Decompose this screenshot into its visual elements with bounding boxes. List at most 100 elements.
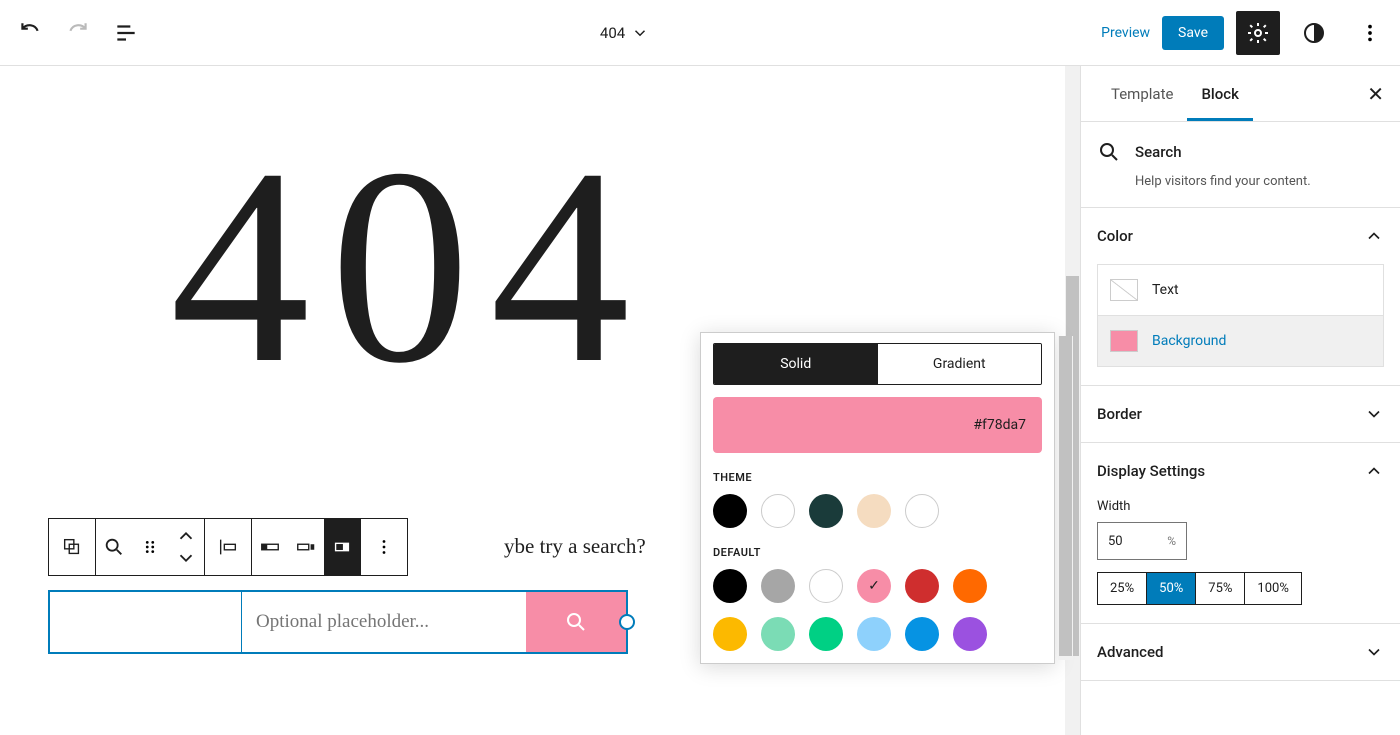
- preview-button[interactable]: Preview: [1101, 25, 1150, 41]
- color-item-text[interactable]: Text: [1097, 264, 1384, 316]
- section-advanced-toggle[interactable]: Advanced: [1081, 624, 1400, 680]
- tab-template[interactable]: Template: [1097, 67, 1187, 121]
- save-button[interactable]: Save: [1162, 16, 1224, 50]
- search-icon: [564, 610, 588, 634]
- settings-button[interactable]: [1236, 11, 1280, 55]
- toolbar-left: [8, 11, 148, 55]
- drag-icon: [139, 536, 161, 558]
- color-swatch[interactable]: [761, 617, 795, 651]
- toggle-label-button[interactable]: [252, 519, 288, 575]
- chevron-down-icon: [1364, 642, 1384, 662]
- section-color-toggle[interactable]: Color: [1081, 208, 1400, 264]
- close-sidebar-button[interactable]: ✕: [1367, 82, 1384, 106]
- search-label-area[interactable]: [50, 592, 242, 652]
- select-parent-button[interactable]: [49, 519, 95, 575]
- toolbar-right: Preview Save: [1101, 11, 1392, 55]
- color-swatch[interactable]: [905, 617, 939, 651]
- resize-handle[interactable]: [619, 614, 635, 630]
- more-options-button[interactable]: [1348, 11, 1392, 55]
- color-swatch[interactable]: [857, 494, 891, 528]
- chevron-up-icon: [1364, 461, 1384, 481]
- kebab-icon: [373, 536, 395, 558]
- theme-colors-label: THEME: [713, 471, 1042, 484]
- paragraph-tail[interactable]: ybe try a search?: [504, 534, 646, 559]
- color-swatch[interactable]: [713, 569, 747, 603]
- color-swatch[interactable]: [761, 569, 795, 603]
- button-position-button[interactable]: [288, 519, 324, 575]
- width-input[interactable]: 50 %: [1097, 522, 1187, 560]
- search-icon: [1097, 140, 1121, 164]
- color-popover: Solid Gradient #f78da7 THEME DEFAULT: [700, 332, 1055, 664]
- redo-button[interactable]: [56, 11, 100, 55]
- color-swatch[interactable]: [809, 494, 843, 528]
- color-swatch[interactable]: [857, 617, 891, 651]
- block-more-button[interactable]: [361, 519, 407, 575]
- block-toolbar: [48, 518, 408, 576]
- section-border-toggle[interactable]: Border: [1081, 386, 1400, 442]
- color-swatch[interactable]: [905, 494, 939, 528]
- width-opt-50[interactable]: 50%: [1147, 573, 1196, 604]
- search-icon: [103, 536, 125, 558]
- chevron-down-icon: [175, 547, 197, 569]
- kebab-icon: [1359, 22, 1381, 44]
- width-opt-100[interactable]: 100%: [1245, 573, 1300, 604]
- solid-gradient-toggle: Solid Gradient: [713, 343, 1042, 385]
- block-type-button[interactable]: [96, 519, 132, 575]
- default-swatches-row2: [713, 617, 1042, 651]
- section-display: Display Settings Width 50 % 25% 50% 75% …: [1081, 443, 1400, 624]
- move-buttons[interactable]: [168, 519, 204, 575]
- width-label: Width: [1097, 499, 1384, 514]
- color-item-background[interactable]: Background: [1097, 316, 1384, 367]
- theme-swatches: [713, 494, 1042, 528]
- default-swatches-row1: [713, 569, 1042, 603]
- color-swatch[interactable]: [953, 617, 987, 651]
- popover-scrollbar[interactable]: [1058, 336, 1073, 660]
- background-color-chip: [1110, 330, 1138, 352]
- list-view-button[interactable]: [104, 11, 148, 55]
- color-swatch[interactable]: [713, 494, 747, 528]
- chevron-up-icon: [175, 525, 197, 547]
- document-title: 404: [600, 24, 625, 42]
- block-description: Help visitors find your content.: [1135, 174, 1384, 189]
- color-swatch[interactable]: [809, 617, 843, 651]
- settings-sidebar: Template Block ✕ Search Help visitors fi…: [1080, 66, 1400, 735]
- width-opt-75[interactable]: 75%: [1196, 573, 1245, 604]
- search-submit-button[interactable]: [526, 592, 626, 652]
- align-icon: [217, 536, 239, 558]
- block-card: Search Help visitors find your content.: [1081, 122, 1400, 208]
- section-color: Color Text Background: [1081, 208, 1400, 386]
- tab-block[interactable]: Block: [1187, 67, 1252, 121]
- search-input[interactable]: Optional placeholder...: [242, 592, 526, 652]
- chevron-down-icon: [1364, 404, 1384, 424]
- color-swatch[interactable]: [713, 617, 747, 651]
- section-border: Border: [1081, 386, 1400, 443]
- color-swatch[interactable]: [953, 569, 987, 603]
- gear-icon: [1246, 21, 1270, 45]
- contrast-icon: [1302, 21, 1326, 45]
- width-options: 25% 50% 75% 100%: [1097, 572, 1302, 605]
- sidebar-tabs: Template Block ✕: [1081, 66, 1400, 122]
- color-swatch[interactable]: [809, 569, 843, 603]
- chevron-down-icon: [631, 24, 649, 42]
- scrollbar-thumb[interactable]: [1059, 336, 1072, 656]
- color-swatch[interactable]: [905, 569, 939, 603]
- solid-tab[interactable]: Solid: [714, 344, 878, 384]
- button-icon-button[interactable]: [324, 519, 360, 575]
- text-color-chip: [1110, 279, 1138, 301]
- document-title-area[interactable]: 404: [148, 24, 1101, 42]
- section-display-toggle[interactable]: Display Settings: [1081, 443, 1400, 499]
- width-opt-25[interactable]: 25%: [1098, 573, 1147, 604]
- search-block[interactable]: Optional placeholder...: [48, 590, 628, 654]
- default-colors-label: DEFAULT: [713, 546, 1042, 559]
- gradient-tab[interactable]: Gradient: [878, 344, 1042, 384]
- hex-input[interactable]: #f78da7: [713, 397, 1042, 453]
- color-swatch[interactable]: [857, 569, 891, 603]
- styles-button[interactable]: [1292, 11, 1336, 55]
- color-swatch[interactable]: [761, 494, 795, 528]
- undo-button[interactable]: [8, 11, 52, 55]
- block-title: Search: [1135, 143, 1182, 161]
- align-button[interactable]: [205, 519, 251, 575]
- drag-handle[interactable]: [132, 519, 168, 575]
- chevron-up-icon: [1364, 226, 1384, 246]
- section-advanced: Advanced: [1081, 624, 1400, 681]
